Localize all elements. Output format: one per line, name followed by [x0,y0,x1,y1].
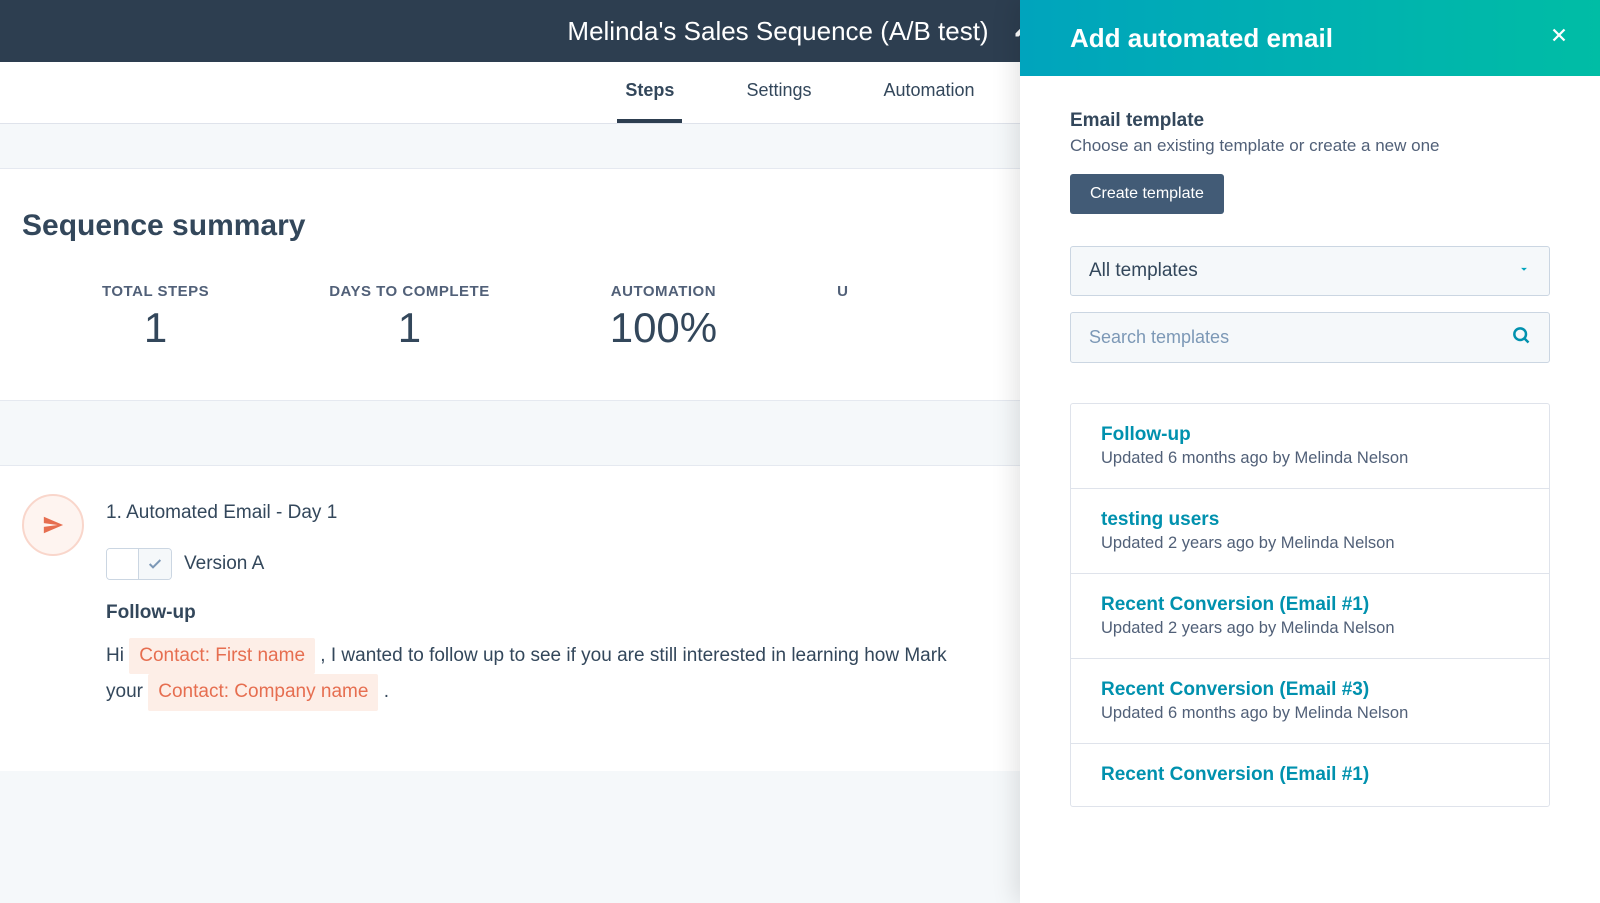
template-list: Follow-up Updated 6 months ago by Melind… [1070,403,1550,807]
body-text: , I wanted to follow up to see if you ar… [320,645,946,666]
stat-days: DAYS TO COMPLETE 1 [329,283,490,352]
template-item[interactable]: Recent Conversion (Email #1) Updated 2 y… [1071,574,1549,659]
tab-settings[interactable]: Settings [738,62,819,123]
section-heading: Email template [1070,110,1550,132]
template-name: Recent Conversion (Email #1) [1101,764,1519,786]
stat-label: AUTOMATION [610,283,717,300]
template-item[interactable]: testing users Updated 2 years ago by Mel… [1071,489,1549,574]
toggle-option-blank[interactable] [107,549,139,579]
template-name: Recent Conversion (Email #1) [1101,594,1519,616]
merge-token-company[interactable]: Contact: Company name [148,674,378,710]
caret-down-icon [1517,260,1531,282]
page-title: Melinda's Sales Sequence (A/B test) [567,16,988,47]
select-value: All templates [1089,260,1198,282]
stat-total-steps: TOTAL STEPS 1 [102,283,209,352]
body-text: Hi [106,645,129,666]
close-icon[interactable] [1548,24,1570,53]
stat-label: TOTAL STEPS [102,283,209,300]
stat-value: 1 [102,304,209,352]
version-toggle[interactable] [106,548,172,580]
merge-token-firstname[interactable]: Contact: First name [129,638,315,674]
stat-value: 1 [329,304,490,352]
panel-title: Add automated email [1070,23,1333,54]
search-field[interactable] [1089,327,1511,348]
template-name: Recent Conversion (Email #3) [1101,679,1519,701]
template-item[interactable]: Follow-up Updated 6 months ago by Melind… [1071,404,1549,489]
stat-automation: AUTOMATION 100% [610,283,717,352]
create-template-button[interactable]: Create template [1070,174,1224,214]
body-text: your [106,681,148,702]
template-name: testing users [1101,509,1519,531]
stat-label: U [837,283,848,300]
template-meta: Updated 2 years ago by Melinda Nelson [1101,534,1519,553]
body-text: . [384,681,389,702]
panel-header: Add automated email [1020,0,1600,76]
template-item[interactable]: Recent Conversion (Email #3) Updated 6 m… [1071,659,1549,744]
template-meta: Updated 6 months ago by Melinda Nelson [1101,449,1519,468]
stat-value: 100% [610,304,717,352]
version-label: Version A [184,553,264,575]
search-templates-input[interactable] [1070,312,1550,363]
template-item[interactable]: Recent Conversion (Email #1) [1071,744,1549,806]
template-meta: Updated 6 months ago by Melinda Nelson [1101,704,1519,723]
tab-automation[interactable]: Automation [876,62,983,123]
checkmark-icon[interactable] [139,549,171,579]
template-name: Follow-up [1101,424,1519,446]
side-panel: Add automated email Email template Choos… [1020,0,1600,903]
template-filter-select[interactable]: All templates [1070,246,1550,296]
stat-label: DAYS TO COMPLETE [329,283,490,300]
tab-steps[interactable]: Steps [617,62,682,123]
template-meta: Updated 2 years ago by Melinda Nelson [1101,619,1519,638]
paper-plane-icon [22,494,84,556]
section-subtext: Choose an existing template or create a … [1070,136,1550,156]
search-icon[interactable] [1511,325,1531,350]
stat-partial: U [837,283,848,352]
